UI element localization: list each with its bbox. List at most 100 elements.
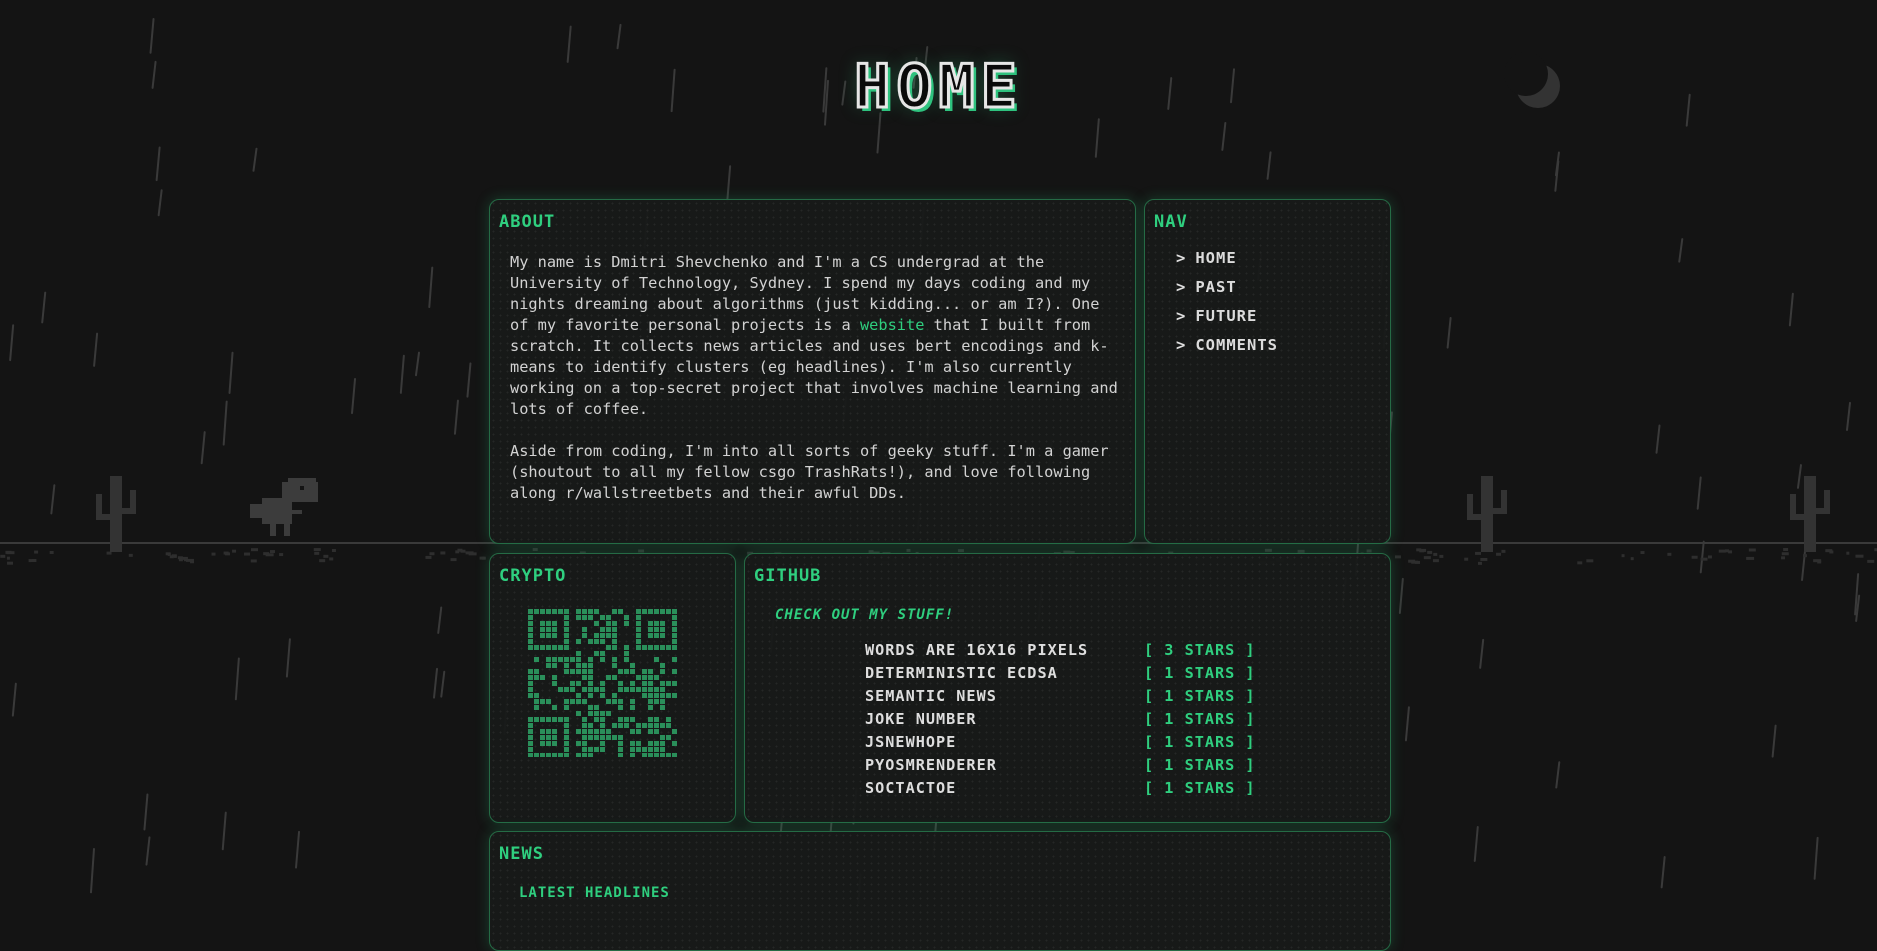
repo-name-link[interactable]: DETERMINISTIC ECDSA: [865, 664, 1144, 687]
rain-streak: [221, 811, 227, 851]
ground-dot: [1783, 548, 1789, 552]
nav-item-comments[interactable]: > COMMENTS: [1176, 336, 1278, 365]
rain-streak: [234, 657, 240, 701]
nav-panel: NAV > HOME > PAST > FUTURE > COMMENTS: [1144, 199, 1391, 544]
rain-streak: [228, 351, 234, 394]
ground-dot: [1433, 552, 1438, 556]
repo-name-link[interactable]: SOCTACTOE: [865, 779, 1144, 802]
nav-item-label: HOME: [1195, 249, 1237, 267]
rain-streak: [466, 362, 472, 398]
rain-streak: [1846, 401, 1852, 431]
ground-dot: [1432, 559, 1439, 563]
ground-dot: [1366, 549, 1372, 553]
ground-dot: [1640, 551, 1645, 555]
nav-item-home[interactable]: > HOME: [1176, 249, 1278, 278]
ground-dot: [1477, 561, 1482, 565]
ground-dot: [190, 560, 195, 564]
chevron-right-icon: >: [1176, 307, 1187, 325]
ground-dot: [440, 551, 446, 555]
ground-dot: [173, 554, 177, 558]
cactus-icon: [1467, 476, 1507, 552]
repo-name-link[interactable]: PYOSMRENDERER: [865, 756, 1144, 779]
rain-streak: [1655, 424, 1661, 454]
rain-streak: [222, 400, 228, 446]
rain-streak: [1266, 151, 1272, 180]
repo-name-link[interactable]: WORDS ARE 16X16 PIXELS: [865, 641, 1144, 664]
github-subtitle: CHECK OUT MY STUFF!: [775, 607, 955, 623]
nav-title: NAV: [1154, 212, 1188, 232]
nav-item-future[interactable]: > FUTURE: [1176, 307, 1278, 336]
ground-dot: [128, 553, 133, 557]
rain-streak: [1094, 118, 1100, 158]
ground-dot: [957, 549, 964, 553]
rain-streak: [295, 830, 301, 869]
ground-dot: [1855, 554, 1864, 558]
ground-dot: [1423, 556, 1431, 560]
ground-dot: [1728, 550, 1733, 554]
repo-row: SEMANTIC NEWS[ 1 STARS ]: [865, 687, 1256, 710]
ground-dot: [1829, 550, 1834, 554]
rain-streak: [399, 354, 405, 394]
rain-streak: [1678, 238, 1684, 263]
ground-dot: [251, 548, 259, 552]
repo-name-link[interactable]: SEMANTIC NEWS: [865, 687, 1144, 710]
ground-dot: [331, 548, 336, 552]
rain-streak: [1555, 761, 1561, 789]
ground-dot: [1411, 560, 1419, 564]
ground-dot: [1781, 556, 1786, 560]
about-paragraph: My name is Dmitri Shevchenko and I'm a C…: [510, 252, 1122, 420]
ground-dot: [1867, 559, 1875, 563]
about-title: ABOUT: [499, 212, 556, 232]
ground-dot: [1480, 557, 1488, 561]
ground-dot: [169, 555, 174, 559]
ground-dot: [1496, 552, 1502, 556]
ground-dot: [1419, 549, 1425, 553]
rain-streak: [351, 377, 357, 415]
rain-streak: [437, 606, 443, 634]
ground-dot: [6, 551, 15, 555]
ground-dot: [34, 550, 39, 554]
rain-streak: [1479, 638, 1485, 669]
ground-dot: [481, 556, 486, 560]
rain-streak: [1446, 316, 1452, 349]
ground-dot: [1700, 557, 1708, 561]
about-panel: ABOUT My name is Dmitri Shevchenko and I…: [489, 199, 1136, 544]
ground-dot: [1691, 555, 1698, 559]
rain-streak: [145, 836, 151, 866]
ground-dot: [1667, 552, 1672, 556]
ground-dot: [28, 559, 32, 563]
ground-dot: [1707, 555, 1712, 559]
ground-dot: [31, 559, 37, 563]
ground-dot: [1264, 548, 1272, 552]
ground-dot: [232, 549, 237, 553]
ground-dot: [1746, 556, 1755, 560]
ground-dot: [1427, 550, 1433, 554]
website-link[interactable]: website: [860, 316, 924, 334]
ground-dot: [178, 558, 183, 562]
news-title: NEWS: [499, 844, 544, 864]
ground-dot: [906, 548, 911, 552]
ground-dot: [313, 548, 321, 552]
rain-streak: [200, 431, 206, 465]
ground-dot: [6, 556, 10, 560]
ground-dot: [49, 550, 54, 554]
repo-row: JOKE NUMBER[ 1 STARS ]: [865, 710, 1256, 733]
news-panel: NEWS LATEST HEADLINES: [489, 831, 1391, 951]
chevron-right-icon: >: [1176, 336, 1187, 354]
ground-dot: [1846, 551, 1850, 555]
ground-dot: [279, 553, 284, 557]
ground-dot: [1394, 555, 1401, 559]
ground-dot: [1577, 561, 1583, 565]
ground-dot: [532, 548, 538, 552]
nav-item-past[interactable]: > PAST: [1176, 278, 1278, 307]
repo-name-link[interactable]: JSNEWHOPE: [865, 733, 1144, 756]
repo-name-link[interactable]: JOKE NUMBER: [865, 710, 1144, 733]
ground-dot: [468, 552, 477, 556]
rain-streak: [93, 332, 99, 367]
rain-streak: [1813, 836, 1819, 880]
repo-stars: [ 1 STARS ]: [1144, 687, 1256, 705]
ground-dot: [244, 552, 251, 556]
ground-dot: [225, 552, 231, 556]
ground-dot: [211, 552, 216, 556]
ground-dot: [106, 551, 112, 555]
